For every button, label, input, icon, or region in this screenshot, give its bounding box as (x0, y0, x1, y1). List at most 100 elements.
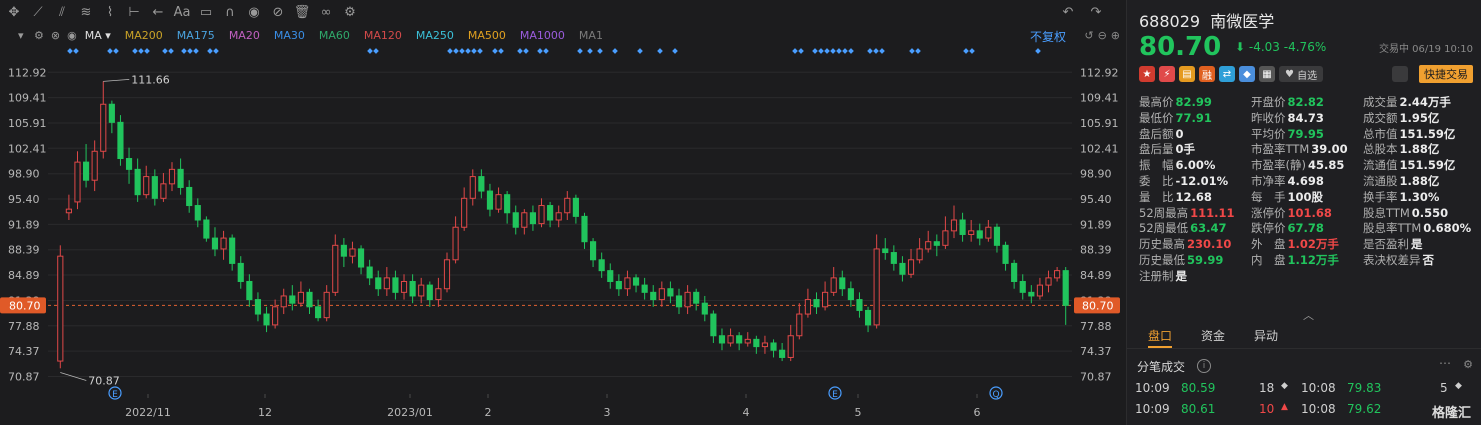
comment-icon[interactable]: ▭ (196, 2, 216, 22)
candle-body (770, 342, 777, 351)
candle-body (108, 103, 115, 123)
tab-1[interactable]: 资金 (1201, 322, 1225, 348)
add-watchlist-button[interactable]: ♥ 自选 (1279, 66, 1324, 82)
candle-body (658, 288, 665, 301)
settings-icon[interactable]: ⚙ (34, 29, 44, 42)
ma-label[interactable]: MA ▾ (85, 29, 111, 42)
candle-body (547, 205, 554, 221)
text-icon[interactable]: Aa (172, 2, 192, 22)
collapse-chevron-icon[interactable]: ︿ (1303, 307, 1314, 323)
adjust-mode-button[interactable]: 不复权 (1030, 28, 1066, 45)
tab-0[interactable]: 盘口 (1148, 322, 1173, 348)
event-diamond (543, 48, 549, 54)
tag-icon[interactable]: ◆ (1239, 66, 1255, 82)
stat-value: 12.68 (1175, 189, 1212, 204)
measure-icon[interactable]: ⊢ (124, 2, 144, 22)
event-diamond (969, 48, 975, 54)
chart-panel[interactable]: ✥ ⟋ ⫽ ≋ ⌇ ⊢ ← Aa ▭ ∩ ◉ ⊘ 🗑 ∞ ⚙ ↶ ↷ ▾ ⚙ ⊗ ◉ MA ▾ MA200 MA175… (0, 0, 1126, 425)
channel-tool-icon[interactable]: ⫽ (52, 2, 72, 22)
candle-body (435, 288, 442, 301)
reset-icon[interactable]: ↺ (1084, 29, 1093, 42)
info-icon[interactable]: i (1197, 359, 1211, 373)
stat-label: 换手率 (1363, 189, 1398, 204)
redo-icon[interactable]: ↷ (1086, 2, 1106, 22)
collapse-icon[interactable]: ▾ (18, 29, 24, 42)
stat-value: 是 (1411, 237, 1423, 252)
y-tick-label: 95.40 (8, 193, 40, 206)
settings-icon[interactable]: ⚙ (1463, 358, 1473, 371)
trash-icon[interactable]: 🗑 (292, 2, 312, 22)
zoom-in-icon[interactable]: ⊕ (1111, 29, 1120, 42)
event-diamond (471, 48, 477, 54)
alert-bell-icon[interactable] (1392, 66, 1408, 82)
stack-icon[interactable]: ▤ (1179, 66, 1195, 82)
hide-icon[interactable]: ⊘ (268, 2, 288, 22)
stat-label: 外 盘 (1251, 237, 1286, 252)
y-tick-label: 70.87 (8, 370, 40, 383)
candle-body (796, 313, 803, 337)
stat-cell: 市净率 4.698 (1251, 174, 1363, 190)
eye-icon[interactable]: ◉ (67, 29, 77, 42)
tab-2[interactable]: 异动 (1254, 322, 1278, 348)
candle-body (100, 103, 107, 152)
flag-icon[interactable]: ★ (1139, 66, 1155, 82)
stat-cell: 总市值 151.59亿 (1363, 127, 1475, 143)
ma-item-ma1[interactable]: MA1 (579, 29, 603, 42)
magnet-icon[interactable]: ∩ (220, 2, 240, 22)
flash-icon[interactable]: ⚡ (1159, 66, 1175, 82)
shuffle-icon[interactable]: ⇄ (1219, 66, 1235, 82)
y-tick-label: 70.87 (1080, 370, 1112, 383)
event-diamond (537, 48, 543, 54)
ma-item-ma120[interactable]: MA120 (364, 29, 402, 42)
candlestick-chart[interactable]: 112.92 112.92 109.41 109.41 105.91 105.91 102.… (0, 0, 1126, 425)
x-tick-label: 4 (743, 406, 750, 419)
stat-label: 股息率TTM (1363, 221, 1422, 236)
link-icon[interactable]: ∞ (316, 2, 336, 22)
candle-body (229, 237, 236, 264)
candle-body (822, 291, 829, 308)
y-tick-label: 112.92 (8, 66, 47, 79)
ma-item-ma250[interactable]: MA250 (416, 29, 454, 42)
ma-item-ma60[interactable]: MA60 (319, 29, 350, 42)
event-diamond (1035, 48, 1041, 54)
ma-item-ma175[interactable]: MA175 (177, 29, 215, 42)
drawing-toolbar: ✥ ⟋ ⫽ ≋ ⌇ ⊢ ← Aa ▭ ∩ ◉ ⊘ 🗑 ∞ ⚙ ↶ ↷ (0, 0, 1126, 24)
stat-cell: 振 幅 6.00% (1139, 158, 1251, 174)
undo-icon[interactable]: ↶ (1058, 2, 1078, 22)
stat-cell: 表决权差异否 (1363, 253, 1475, 269)
line-tool-icon[interactable]: ⟋ (28, 2, 48, 22)
ma-item-ma1000[interactable]: MA1000 (520, 29, 565, 42)
x-tick-label: 2022/11 (125, 406, 171, 419)
arrow-left-icon[interactable]: ← (148, 2, 168, 22)
close-icon[interactable]: ⊗ (51, 29, 60, 42)
event-diamond (637, 48, 643, 54)
candle-body (469, 176, 476, 199)
stat-cell: 外 盘 1.02万手 (1251, 237, 1363, 253)
ma-item-ma30[interactable]: MA30 (274, 29, 305, 42)
event-diamond (144, 48, 150, 54)
fibonacci-icon[interactable]: ≋ (76, 2, 96, 22)
settings-icon[interactable]: ⚙ (340, 2, 360, 22)
event-diamond (367, 48, 373, 54)
pattern-icon[interactable]: ⌇ (100, 2, 120, 22)
hk-connect-icon[interactable]: 融 (1199, 66, 1215, 82)
more-icon[interactable]: ⋯ (1439, 356, 1451, 370)
candle-body (263, 313, 270, 326)
event-marker (989, 386, 1003, 400)
zoom-out-icon[interactable]: ⊖ (1098, 29, 1107, 42)
candle-body (864, 309, 872, 326)
calendar-icon[interactable]: ▦ (1259, 66, 1275, 82)
event-diamond (132, 48, 138, 54)
eye-icon[interactable]: ◉ (244, 2, 264, 22)
crosshair-icon[interactable]: ✥ (4, 2, 24, 22)
candle-body (289, 295, 296, 304)
ma-item-ma500[interactable]: MA500 (468, 29, 506, 42)
candle-body (976, 230, 983, 239)
candle-body (1028, 291, 1035, 297)
candle-body (761, 342, 769, 348)
ma-item-ma20[interactable]: MA20 (229, 29, 260, 42)
candle-body (383, 277, 390, 290)
stat-row: 注册制是 (1139, 269, 1479, 285)
ma-item-ma200[interactable]: MA200 (125, 29, 163, 42)
quick-trade-button[interactable]: 快捷交易 (1419, 65, 1473, 83)
